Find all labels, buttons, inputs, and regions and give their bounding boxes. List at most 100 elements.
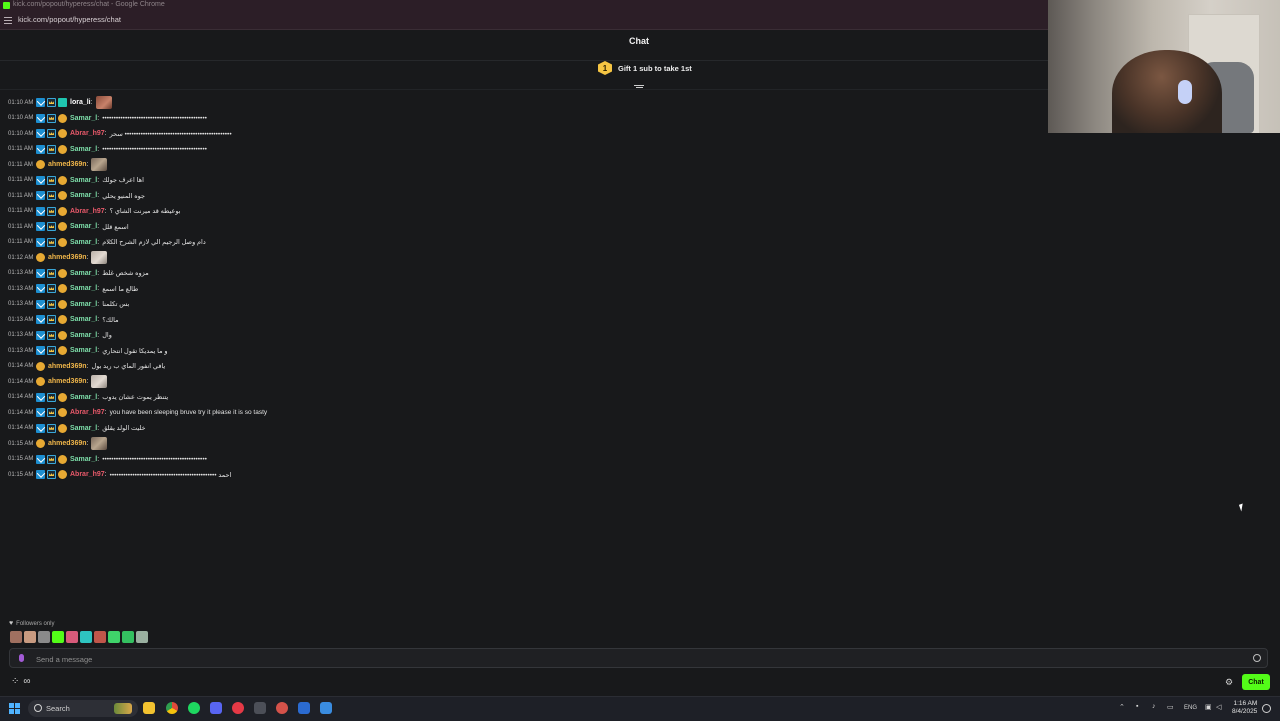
- chat-input-box[interactable]: [9, 648, 1268, 668]
- message-username[interactable]: ahmed369n: [48, 440, 87, 447]
- gift-sub-banner[interactable]: 1 Gift 1 sub to take 1st: [598, 60, 692, 76]
- message-username[interactable]: Samar_l: [70, 270, 97, 277]
- emote-icon[interactable]: [136, 631, 148, 643]
- message-username[interactable]: Samar_l: [70, 332, 97, 339]
- notepad-icon[interactable]: [320, 702, 332, 714]
- message-username[interactable]: Samar_l: [70, 301, 97, 308]
- message-username[interactable]: ahmed369n: [48, 378, 87, 385]
- emote-icon[interactable]: [38, 631, 50, 643]
- verified-badge-icon[interactable]: [36, 222, 45, 232]
- verified-badge-icon[interactable]: [36, 330, 45, 340]
- emote-icon[interactable]: [122, 631, 134, 643]
- sub-gift-badge-icon[interactable]: [58, 113, 67, 123]
- infinity-icon[interactable]: ∞: [23, 676, 30, 687]
- message-username[interactable]: Samar_l: [70, 347, 97, 354]
- sub-gift-badge-icon[interactable]: [58, 470, 67, 480]
- crown-badge-icon[interactable]: [47, 191, 56, 201]
- crown-badge-icon[interactable]: [47, 346, 56, 356]
- crown-badge-icon[interactable]: [47, 129, 56, 139]
- sub-gift-badge-icon[interactable]: [58, 408, 67, 418]
- emote-icon[interactable]: [108, 631, 120, 643]
- message-username[interactable]: Abrar_h97: [70, 409, 105, 416]
- spotify-icon[interactable]: [188, 702, 200, 714]
- message-username[interactable]: Samar_l: [70, 192, 97, 199]
- verified-badge-icon[interactable]: [36, 392, 45, 402]
- message-username[interactable]: Samar_l: [70, 394, 97, 401]
- sub-gift-badge-icon[interactable]: [58, 284, 67, 294]
- message-input[interactable]: [34, 651, 1238, 667]
- founder-badge-icon[interactable]: [58, 98, 67, 108]
- crown-badge-icon[interactable]: [47, 113, 56, 123]
- verified-badge-icon[interactable]: [36, 454, 45, 464]
- crown-badge-icon[interactable]: [47, 408, 56, 418]
- sub-gift-badge-icon[interactable]: [36, 160, 45, 170]
- verified-badge-icon[interactable]: [36, 268, 45, 278]
- sub-gift-badge-icon[interactable]: [58, 191, 67, 201]
- crown-badge-icon[interactable]: [47, 175, 56, 185]
- chrome-icon[interactable]: [166, 702, 178, 714]
- app-icon[interactable]: [276, 702, 288, 714]
- verified-badge-icon[interactable]: [36, 315, 45, 325]
- crown-badge-icon[interactable]: [47, 454, 56, 464]
- message-username[interactable]: Samar_l: [70, 425, 97, 432]
- message-username[interactable]: Samar_l: [70, 115, 97, 122]
- crown-badge-icon[interactable]: [47, 222, 56, 232]
- message-username[interactable]: ahmed369n: [48, 254, 87, 261]
- sub-gift-badge-icon[interactable]: [58, 175, 67, 185]
- chat-emote-icon[interactable]: [91, 375, 108, 389]
- message-username[interactable]: Samar_l: [70, 223, 97, 230]
- tray-app-icon[interactable]: ▪: [1136, 703, 1138, 710]
- emote-icon[interactable]: [24, 631, 36, 643]
- verified-badge-icon[interactable]: [36, 175, 45, 185]
- language-indicator[interactable]: ENG: [1184, 705, 1197, 711]
- verified-badge-icon[interactable]: [36, 470, 45, 480]
- sub-gift-badge-icon[interactable]: [58, 206, 67, 216]
- expand-icon[interactable]: [634, 84, 644, 92]
- sub-gift-badge-icon[interactable]: [58, 299, 67, 309]
- crown-badge-icon[interactable]: [47, 392, 56, 402]
- tray-keyboard-icon[interactable]: ▭: [1167, 703, 1174, 711]
- sub-gift-badge-icon[interactable]: [36, 361, 45, 371]
- emote-icon[interactable]: [80, 631, 92, 643]
- settings-app-icon[interactable]: [254, 702, 266, 714]
- verified-badge-icon[interactable]: [36, 237, 45, 247]
- send-chat-button[interactable]: Chat: [1242, 674, 1270, 690]
- emote-icon[interactable]: [52, 631, 64, 643]
- word-icon[interactable]: [298, 702, 310, 714]
- taskbar-search[interactable]: Search: [28, 700, 138, 717]
- sub-gift-badge-icon[interactable]: [36, 439, 45, 449]
- sub-gift-badge-icon[interactable]: [58, 237, 67, 247]
- message-username[interactable]: Samar_l: [70, 146, 97, 153]
- tray-mic-icon[interactable]: ♪: [1152, 703, 1156, 710]
- tray-chevron-icon[interactable]: ⌃: [1119, 703, 1125, 711]
- discord-icon[interactable]: [210, 702, 222, 714]
- verified-badge-icon[interactable]: [36, 346, 45, 356]
- crown-badge-icon[interactable]: [47, 470, 56, 480]
- chat-emote-icon[interactable]: [95, 96, 112, 110]
- notification-icon[interactable]: [1262, 704, 1271, 713]
- gear-icon[interactable]: ⚙: [1225, 677, 1233, 688]
- emoji-picker-icon[interactable]: [1253, 654, 1261, 662]
- system-clock[interactable]: 1:16 AM 8/4/2025: [1232, 700, 1257, 716]
- sub-gift-badge-icon[interactable]: [58, 330, 67, 340]
- message-username[interactable]: Samar_l: [70, 285, 97, 292]
- message-username[interactable]: Samar_l: [70, 177, 97, 184]
- file-explorer-icon[interactable]: [143, 702, 155, 714]
- crown-badge-icon[interactable]: [47, 268, 56, 278]
- microphone-icon[interactable]: [19, 654, 24, 662]
- verified-badge-icon[interactable]: [36, 113, 45, 123]
- verified-badge-icon[interactable]: [36, 206, 45, 216]
- sub-gift-badge-icon[interactable]: [36, 253, 45, 263]
- verified-badge-icon[interactable]: [36, 408, 45, 418]
- network-icon[interactable]: ▣: [1205, 703, 1212, 711]
- windows-start-icon[interactable]: [9, 703, 20, 714]
- message-username[interactable]: ahmed369n: [48, 161, 87, 168]
- recorder-icon[interactable]: [232, 702, 244, 714]
- sub-gift-badge-icon[interactable]: [58, 392, 67, 402]
- sub-gift-badge-icon[interactable]: [58, 346, 67, 356]
- chat-emote-icon[interactable]: [91, 251, 108, 265]
- crown-badge-icon[interactable]: [47, 315, 56, 325]
- sub-gift-badge-icon[interactable]: [58, 144, 67, 154]
- emote-icon[interactable]: [10, 631, 22, 643]
- sub-gift-badge-icon[interactable]: [58, 423, 67, 433]
